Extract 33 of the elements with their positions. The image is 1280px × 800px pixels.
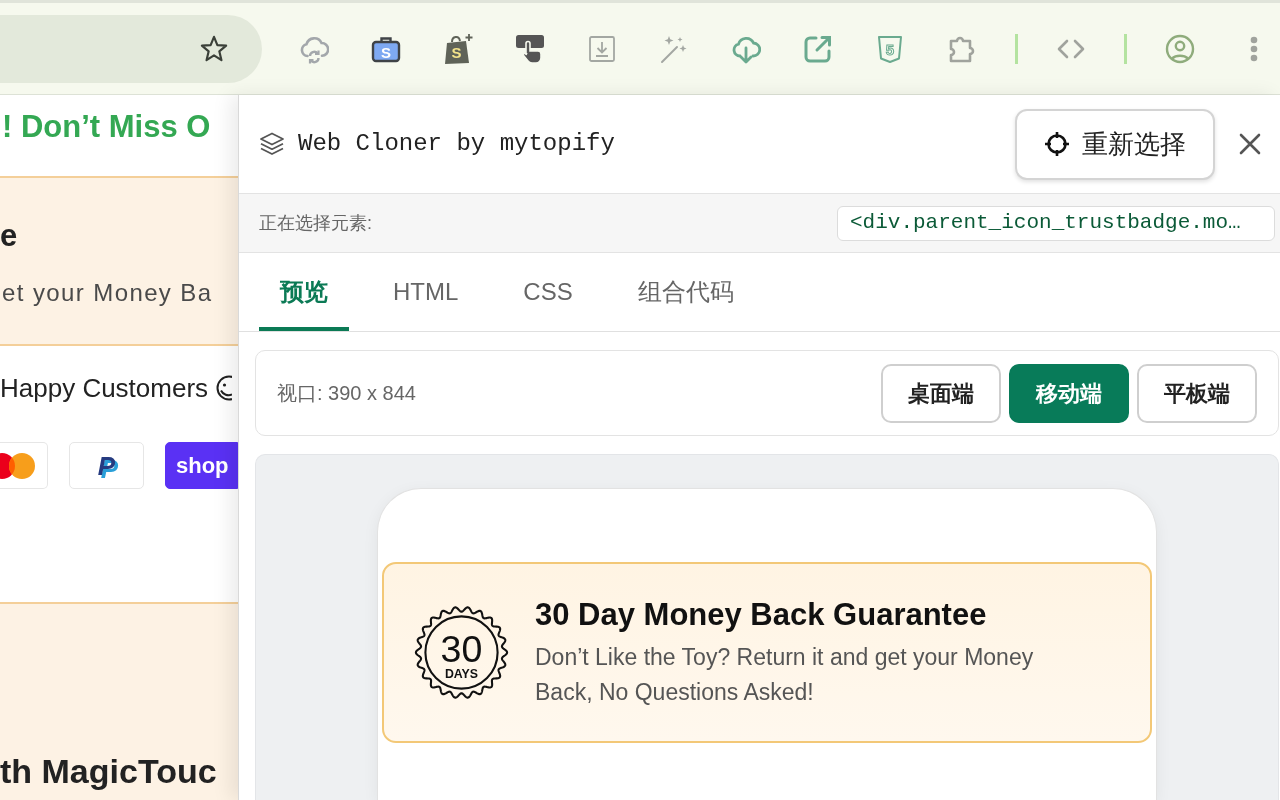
device-button[interactable]: 平板端 <box>1137 363 1257 423</box>
customers-text: Happy Customers <box>0 372 209 405</box>
section-heading: th MagicTouc <box>0 751 218 791</box>
payment-logo: P <box>97 452 116 479</box>
reselect-button[interactable]: 重新选择 <box>1015 108 1215 180</box>
smiley-icon <box>216 375 233 401</box>
more-menu-icon[interactable] <box>1250 35 1258 62</box>
tab[interactable]: CSS <box>502 253 594 331</box>
tab[interactable]: 组合代码 <box>616 253 755 331</box>
layers-icon <box>259 131 285 157</box>
selection-label: 正在选择元素: <box>259 211 372 235</box>
crosshair-icon <box>1044 131 1070 157</box>
device-button[interactable]: 桌面端 <box>881 363 1001 423</box>
guarantee-text: et your Money Ba <box>1 278 214 308</box>
tab[interactable]: HTML <box>372 253 480 331</box>
selected-element-code: <div.parent_icon_trustbadge.mo… <box>837 205 1275 241</box>
profile-icon[interactable] <box>1165 33 1195 64</box>
promo-heading: ! Don’t Miss O <box>1 109 212 145</box>
payment-logo-badge: shop <box>165 442 238 489</box>
guarantee-description: Don’t Like the Toy? Return it and get your Money Back, No Questions Asked! <box>535 642 1035 707</box>
guarantee-seal: 30 DAYS <box>414 605 509 700</box>
guarantee-title: 30 Day Money Back Guarantee <box>535 595 988 634</box>
overlapping-circles-icon <box>0 451 35 480</box>
hand-pointer-icon[interactable] <box>515 33 545 64</box>
tab[interactable]: 预览 <box>259 253 349 331</box>
guarantee-heading: e <box>0 218 19 254</box>
device-button[interactable]: 移动端 <box>1009 363 1129 423</box>
viewport-size-label: 视口: 390 x 844 <box>277 381 416 406</box>
bookmark-star-icon[interactable] <box>200 34 228 63</box>
download-tray-icon[interactable] <box>587 33 617 64</box>
close-icon[interactable] <box>1238 132 1262 156</box>
external-link-icon[interactable] <box>803 33 833 64</box>
panel-title: Web Cloner by mytopify <box>298 129 615 159</box>
